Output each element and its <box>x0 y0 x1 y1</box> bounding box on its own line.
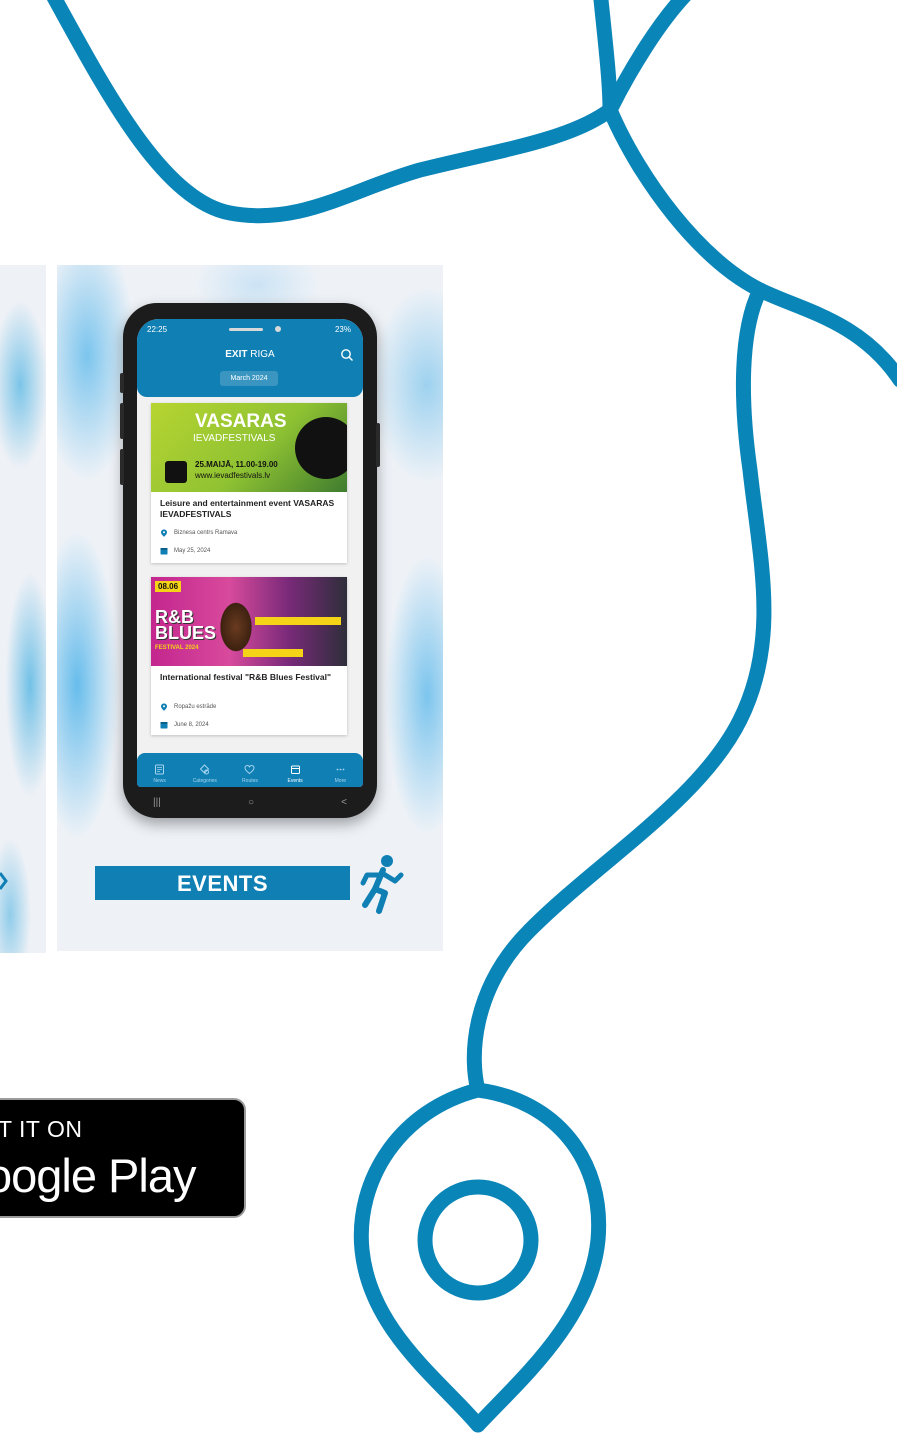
nav-label: News <box>153 778 166 784</box>
nav-label: Categories <box>192 778 217 784</box>
event-card[interactable]: 08.06 R&B BLUES FESTIVAL 2024 Internatio… <box>151 577 347 735</box>
poster-url: www.ievadfestivals.lv <box>195 471 271 480</box>
event-date: June 8, 2024 <box>160 721 209 729</box>
app-title-bold: EXIT <box>225 349 248 360</box>
speaker-grille <box>229 328 263 331</box>
runner-icon <box>360 855 404 914</box>
event-date: May 25, 2024 <box>160 547 210 555</box>
poster-circle <box>295 417 347 479</box>
event-location: Biznesa centrs Ramava <box>160 529 237 537</box>
previous-screenshot-card <box>0 265 46 953</box>
system-navigation-bar: ||| ○ < <box>153 797 347 811</box>
google-play-badge[interactable]: T IT ON oogle Play <box>0 1098 246 1218</box>
front-camera <box>275 326 281 332</box>
app-title-light: RIGA <box>250 349 275 360</box>
nav-item-events[interactable]: Events <box>275 764 315 784</box>
event-location-text: Biznesa centrs Ramava <box>174 530 238 536</box>
event-title: International festival "R&B Blues Festiv… <box>160 672 332 682</box>
home-button[interactable]: ○ <box>248 797 254 811</box>
nav-label: Routes <box>242 778 258 784</box>
phone-side-button <box>120 373 124 393</box>
app-header: EXIT RIGA March 2024 <box>137 341 363 397</box>
location-pin-icon <box>161 529 167 537</box>
phone-side-button <box>120 449 124 485</box>
badge-small-text: T IT ON <box>0 1116 83 1142</box>
calendar-icon <box>160 548 168 555</box>
month-selector[interactable]: March 2024 <box>220 371 278 386</box>
calendar-icon <box>290 765 300 774</box>
categories-icon <box>200 764 210 775</box>
search-icon[interactable] <box>340 348 354 362</box>
poster-subline: FESTIVAL 2024 <box>155 645 199 651</box>
event-location: Ropažu estrāde <box>160 703 216 711</box>
poster-headline: VASARAS <box>195 411 287 432</box>
poster-strip <box>255 617 341 625</box>
app-title: EXIT RIGA <box>137 349 363 360</box>
event-poster-image: VASARAS IEVADFESTIVALS 25.MAIJĀ, 11.00-1… <box>151 403 347 492</box>
event-location-text: Ropažu estrāde <box>174 704 217 710</box>
poster-when: 25.MAIJĀ, 11.00-19.00 <box>195 460 278 469</box>
phone-screen: 22:25 23% EXIT RIGA March 2024 VASARAS I… <box>137 319 363 787</box>
nav-label: More <box>334 778 347 784</box>
status-bar: 22:25 23% <box>137 319 363 341</box>
events-screenshot-card: 22:25 23% EXIT RIGA March 2024 VASARAS I… <box>57 265 443 951</box>
heart-icon <box>244 764 255 775</box>
event-poster-image: 08.06 R&B BLUES FESTIVAL 2024 <box>151 577 347 666</box>
event-title: Leisure and entertainment event VASARAS … <box>160 498 335 519</box>
events-banner: EVENTS <box>95 866 350 900</box>
badge-big-text: oogle Play <box>0 1149 196 1202</box>
nav-item-more[interactable]: More <box>320 764 360 784</box>
poster-date-badge: 08.06 <box>155 581 182 592</box>
status-time: 22:25 <box>147 325 168 334</box>
news-icon <box>155 764 165 775</box>
nav-item-routes[interactable]: Routes <box>230 764 270 784</box>
location-pin-icon <box>161 703 167 711</box>
bottom-navigation: News Categories Routes Events More <box>137 753 363 787</box>
more-icon <box>336 768 345 771</box>
event-card[interactable]: VASARAS IEVADFESTIVALS 25.MAIJĀ, 11.00-1… <box>151 403 347 563</box>
nav-item-news[interactable]: News <box>140 764 180 784</box>
phone-side-button <box>120 403 124 439</box>
nav-label: Events <box>287 778 303 784</box>
phone-side-button <box>376 423 380 467</box>
poster-headline: R&B BLUES <box>155 607 217 643</box>
poster-logo-mark <box>165 461 187 483</box>
phone-mockup: 22:25 23% EXIT RIGA March 2024 VASARAS I… <box>120 303 380 818</box>
calendar-icon <box>160 722 168 729</box>
chevron-right-icon <box>0 872 8 890</box>
event-date-text: May 25, 2024 <box>174 548 211 554</box>
recent-apps-button[interactable]: ||| <box>153 797 161 811</box>
event-date-text: June 8, 2024 <box>174 722 209 728</box>
poster-strip <box>243 649 303 657</box>
back-button[interactable]: < <box>341 797 347 811</box>
status-battery: 23% <box>334 325 351 334</box>
poster-subline: IEVADFESTIVALS <box>193 433 276 444</box>
nav-item-categories[interactable]: Categories <box>185 764 225 784</box>
